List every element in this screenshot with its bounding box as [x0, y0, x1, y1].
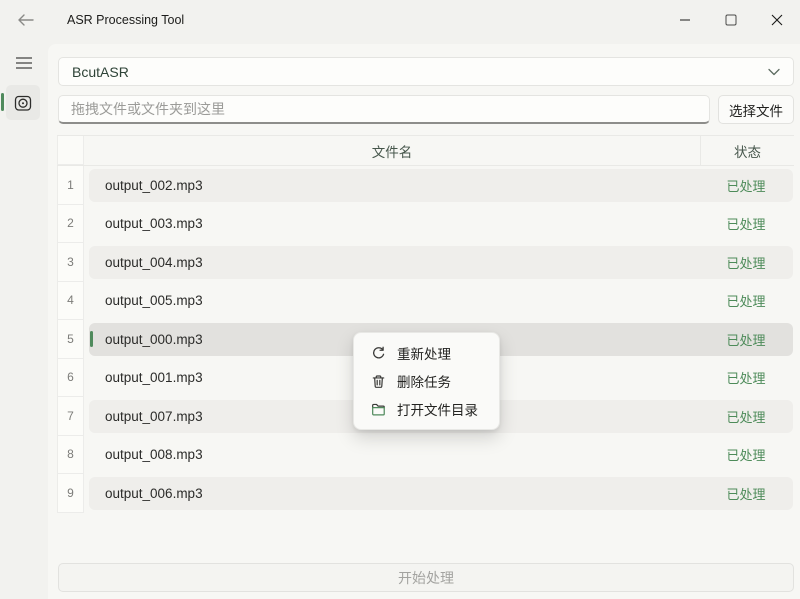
file-drop-placeholder: 拖拽文件或文件夹到这里 [71, 99, 225, 119]
table-row[interactable]: 4 output_005.mp3 已处理 [57, 282, 794, 321]
back-button[interactable] [10, 7, 42, 33]
chevron-down-icon [768, 68, 780, 76]
maximize-icon [725, 14, 737, 26]
row-selected-indicator [90, 331, 93, 347]
table-row[interactable]: 1 output_002.mp3 已处理 [57, 166, 794, 205]
minimize-button[interactable] [662, 0, 708, 40]
table-row[interactable]: 3 output_004.mp3 已处理 [57, 243, 794, 282]
table-row[interactable]: 8 output_008.mp3 已处理 [57, 436, 794, 475]
row-status-badge: 已处理 [699, 176, 793, 195]
row-filename: output_004.mp3 [89, 255, 699, 270]
page-title: ASR Processing Tool [67, 13, 184, 27]
row-number: 9 [57, 474, 84, 513]
row-status-badge: 已处理 [699, 330, 793, 349]
nav-selection-indicator [1, 93, 4, 111]
row-number: 8 [57, 436, 84, 475]
row-number: 5 [57, 320, 84, 359]
close-button[interactable] [754, 0, 800, 40]
row-number: 7 [57, 397, 84, 436]
row-number: 3 [57, 243, 84, 282]
titlebar: ASR Processing Tool [0, 0, 800, 40]
engine-select-value: BcutASR [72, 64, 768, 80]
window-controls [662, 0, 800, 40]
row-status-badge: 已处理 [699, 368, 793, 387]
row-number: 2 [57, 205, 84, 244]
row-filename: output_005.mp3 [89, 293, 699, 308]
row-filename: output_002.mp3 [89, 178, 699, 193]
main-content: BcutASR 拖拽文件或文件夹到这里 选择文件 文件名 状态 1 output… [48, 44, 800, 599]
minimize-icon [679, 14, 691, 26]
row-status-badge: 已处理 [699, 407, 793, 426]
select-file-button[interactable]: 选择文件 [718, 95, 794, 124]
trash-icon [370, 373, 386, 389]
menu-item-open-folder[interactable]: 打开文件目录 [358, 395, 495, 423]
row-status-badge: 已处理 [699, 445, 793, 464]
app-window: { "window": { "title": "ASR Processing T… [0, 0, 800, 599]
column-header-filename: 文件名 [84, 136, 700, 165]
row-number: 1 [57, 166, 84, 205]
column-header-status: 状态 [700, 136, 794, 165]
menu-item-reprocess[interactable]: 重新处理 [358, 339, 495, 367]
engine-select-dropdown[interactable]: BcutASR [58, 57, 794, 86]
row-status-badge: 已处理 [699, 214, 793, 233]
table-header: 文件名 状态 [57, 135, 794, 166]
file-drop-input[interactable]: 拖拽文件或文件夹到这里 [58, 95, 710, 124]
row-number: 4 [57, 282, 84, 321]
nav-menu-button[interactable] [8, 49, 40, 77]
maximize-button[interactable] [708, 0, 754, 40]
row-filename: output_008.mp3 [89, 447, 699, 462]
context-menu: 重新处理 删除任务 打开文件目录 [353, 332, 500, 430]
record-icon [13, 93, 33, 113]
row-filename: output_003.mp3 [89, 216, 699, 231]
back-arrow-icon [17, 13, 35, 27]
row-status-badge: 已处理 [699, 484, 793, 503]
file-table: 文件名 状态 1 output_002.mp3 已处理 2 output_003… [57, 135, 794, 513]
start-processing-button[interactable]: 开始处理 [58, 563, 794, 592]
menu-item-label: 删除任务 [397, 371, 451, 391]
table-row[interactable]: 2 output_003.mp3 已处理 [57, 205, 794, 244]
header-number-cell [57, 136, 84, 165]
row-number: 6 [57, 359, 84, 398]
hamburger-icon [16, 57, 32, 69]
refresh-icon [370, 345, 386, 361]
close-icon [771, 14, 783, 26]
menu-item-delete[interactable]: 删除任务 [358, 367, 495, 395]
row-filename: output_006.mp3 [89, 486, 699, 501]
menu-item-label: 打开文件目录 [397, 399, 478, 419]
row-status-badge: 已处理 [699, 253, 793, 272]
open-folder-icon [370, 401, 386, 417]
row-status-badge: 已处理 [699, 291, 793, 310]
table-row[interactable]: 9 output_006.mp3 已处理 [57, 474, 794, 513]
sidebar-item-asr[interactable] [6, 85, 40, 120]
menu-item-label: 重新处理 [397, 343, 451, 363]
